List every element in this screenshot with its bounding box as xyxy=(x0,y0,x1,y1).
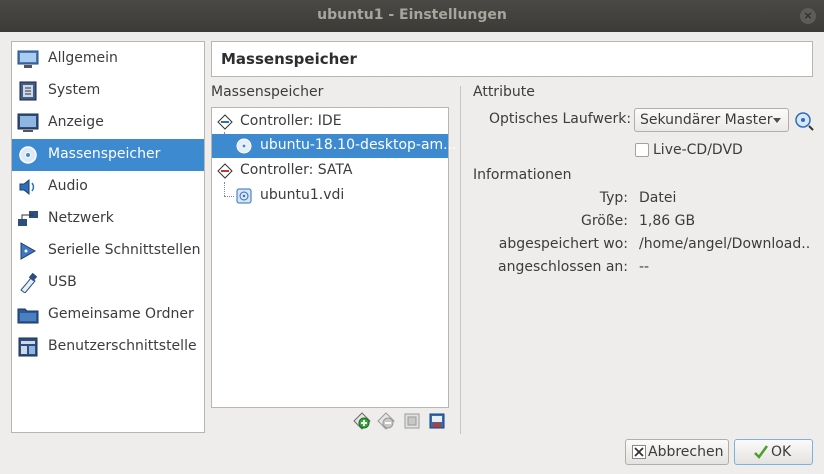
info-key-size: Größe: xyxy=(580,213,628,229)
info-value-location: /home/angel/Download.. xyxy=(639,236,811,252)
optical-drive-select[interactable]: Sekundärer Master xyxy=(634,108,789,132)
panel-divider xyxy=(460,86,461,434)
sidebar-item-label: USB xyxy=(48,274,77,290)
settings-window: ubuntu1 - Einstellungen × Allgemein Syst… xyxy=(0,0,824,474)
usb-icon xyxy=(20,273,38,293)
storage-tree[interactable]: Controller: IDE ubuntu-18.10-desktop-am.… xyxy=(211,107,457,408)
general-icon xyxy=(17,50,39,68)
tree-item-optical-drive[interactable]: ubuntu-18.10-desktop-am... xyxy=(212,134,457,158)
cancel-label: Abbrechen xyxy=(648,444,724,460)
information-heading: Informationen xyxy=(473,167,572,183)
info-key-location: abgespeichert wo: xyxy=(498,236,628,252)
checkmark-icon xyxy=(754,445,769,459)
storage-icon xyxy=(19,146,37,164)
tree-item-label: ubuntu1.vdi xyxy=(260,187,345,203)
remove-attachment-icon[interactable] xyxy=(377,412,395,430)
hard-disk-icon xyxy=(236,188,252,204)
choose-disk-icon[interactable] xyxy=(794,111,814,131)
sidebar-item-serielle-schnittstellen[interactable]: Serielle Schnittstellen xyxy=(12,235,204,267)
sidebar-item-audio[interactable]: Audio xyxy=(12,171,204,203)
user-interface-icon xyxy=(18,337,38,357)
window-title: ubuntu1 - Einstellungen xyxy=(317,7,507,23)
info-key-attached-to: angeschlossen an: xyxy=(498,259,628,275)
remove-controller-icon[interactable] xyxy=(428,412,446,430)
optical-drive-value: Sekundärer Master xyxy=(640,112,773,128)
ok-button[interactable]: OK xyxy=(734,439,813,465)
shared-folders-icon xyxy=(17,308,39,324)
sidebar-item-label: Gemeinsame Ordner xyxy=(48,306,194,322)
info-value-type: Datei xyxy=(639,190,677,206)
storage-tree-label: Massenspeicher xyxy=(211,84,324,100)
sidebar-item-gemeinsame-ordner[interactable]: Gemeinsame Ordner xyxy=(12,299,204,331)
title-bar: ubuntu1 - Einstellungen × xyxy=(0,0,824,32)
controller-icon xyxy=(217,114,233,130)
info-value-attached-to: -- xyxy=(639,259,650,275)
controller-icon xyxy=(217,163,233,179)
sidebar-item-netzwerk[interactable]: Netzwerk xyxy=(12,203,204,235)
sidebar-item-label: Netzwerk xyxy=(48,210,114,226)
settings-sidebar: Allgemein System Anzeige Massenspeicher … xyxy=(11,41,205,433)
sidebar-item-system[interactable]: System xyxy=(12,75,204,107)
info-key-type: Typ: xyxy=(599,190,628,206)
system-icon xyxy=(19,81,37,101)
page-title: Massenspeicher xyxy=(221,50,357,68)
live-cd-checkbox[interactable] xyxy=(635,143,649,157)
live-cd-label: Live-CD/DVD xyxy=(653,142,743,158)
chevron-down-icon xyxy=(773,118,781,123)
tree-item-controller-sata[interactable]: Controller: SATA xyxy=(212,159,448,183)
sidebar-item-allgemein[interactable]: Allgemein xyxy=(12,43,204,75)
sidebar-item-massenspeicher[interactable]: Massenspeicher xyxy=(12,139,204,171)
tree-item-label: ubuntu-18.10-desktop-am... xyxy=(260,137,457,153)
optical-disc-icon xyxy=(236,138,252,154)
ok-label: OK xyxy=(771,444,792,460)
sidebar-item-label: Serielle Schnittstellen xyxy=(48,242,201,258)
tree-item-label: Controller: IDE xyxy=(240,113,342,129)
attributes-heading: Attribute xyxy=(473,84,535,100)
sidebar-item-label: Allgemein xyxy=(48,50,118,66)
serial-ports-icon xyxy=(20,242,37,260)
audio-icon xyxy=(19,178,35,196)
sidebar-item-usb[interactable]: USB xyxy=(12,267,204,299)
network-icon xyxy=(18,211,38,226)
cancel-button[interactable]: Abbrechen xyxy=(625,439,729,465)
page-header: Massenspeicher xyxy=(211,41,813,77)
cancel-icon xyxy=(632,445,646,459)
tree-item-controller-ide[interactable]: Controller: IDE xyxy=(212,110,448,134)
tree-item-hard-disk[interactable]: ubuntu1.vdi xyxy=(212,184,448,208)
tree-item-label: Controller: SATA xyxy=(240,162,353,178)
close-button[interactable]: × xyxy=(800,8,816,24)
sidebar-item-label: Anzeige xyxy=(48,114,104,130)
bottom-edge xyxy=(0,469,824,474)
sidebar-item-anzeige[interactable]: Anzeige xyxy=(12,107,204,139)
sidebar-item-label: Massenspeicher xyxy=(48,146,161,162)
sidebar-item-label: System xyxy=(48,82,101,98)
optical-drive-label: Optisches Laufwerk: xyxy=(489,111,632,127)
sidebar-item-benutzerschnittstelle[interactable]: Benutzerschnittstelle xyxy=(12,331,204,363)
sidebar-item-label: Benutzerschnittstelle xyxy=(48,338,197,354)
display-icon xyxy=(17,113,39,132)
add-attachment-icon[interactable] xyxy=(353,412,371,430)
add-controller-icon[interactable] xyxy=(403,412,421,430)
info-value-size: 1,86 GB xyxy=(639,213,696,229)
sidebar-item-label: Audio xyxy=(48,178,88,194)
